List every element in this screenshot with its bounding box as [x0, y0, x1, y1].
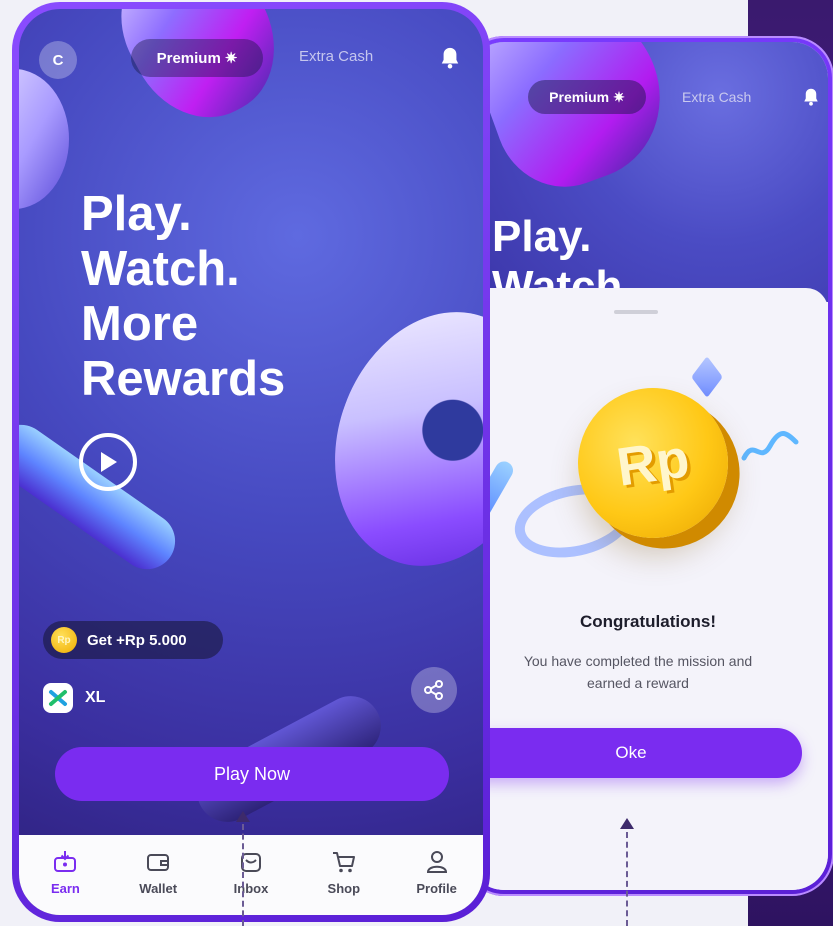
annotation-dashed-line	[626, 832, 628, 926]
sparkle-icon: ✷	[613, 88, 625, 105]
annotation-arrow	[236, 811, 250, 822]
play-icon	[101, 452, 117, 472]
dialog-hero-background: Premium ✷ Extra Cash Play. Watch	[468, 42, 828, 302]
nav-item-profile[interactable]: Profile	[402, 849, 472, 915]
phone-dialog-screen: Premium ✷ Extra Cash Play. Watch Rp Cong…	[468, 42, 828, 890]
tab-extra-cash[interactable]: Extra Cash	[682, 89, 751, 105]
headline-line: Watch.	[81, 242, 240, 296]
oke-button[interactable]: Oke	[468, 728, 802, 778]
nav-item-earn[interactable]: Earn	[30, 849, 100, 915]
decorative-3d-shape	[19, 69, 69, 209]
nav-label: Wallet	[139, 881, 178, 896]
coin-label: Rp	[613, 428, 693, 498]
nav-label: Earn	[50, 881, 80, 896]
reward-badge: Rp Get +Rp 5.000	[43, 621, 223, 659]
bell-icon[interactable]	[802, 87, 820, 107]
dialog-title: Congratulations!	[580, 612, 716, 631]
earn-icon	[54, 851, 77, 872]
decorative-squiggle	[741, 431, 799, 461]
headline-line: Play.	[81, 187, 192, 241]
dialog-top-tabs: Premium ✷ Extra Cash	[468, 80, 828, 116]
nav-label: Shop	[327, 881, 361, 896]
phone-main-screen: C Premium ✷ Extra Cash Play. Watch. More…	[19, 9, 483, 915]
coin-label: Rp	[57, 634, 71, 646]
decorative-3d-shape	[468, 42, 684, 206]
coin-icon: Rp	[51, 627, 77, 653]
provider-name: XL	[85, 689, 106, 706]
tab-premium[interactable]: Premium ✷	[528, 80, 646, 114]
provider-info: XL	[43, 683, 105, 713]
nav-item-wallet[interactable]: Wallet	[123, 849, 193, 915]
reward-badge-label: Get +Rp 5.000	[87, 631, 187, 649]
xl-logo-icon	[43, 683, 73, 713]
tab-premium-label: Premium	[549, 89, 610, 105]
headline-line: Play.	[492, 212, 592, 261]
play-now-button[interactable]: Play Now	[55, 747, 449, 801]
share-icon	[424, 680, 443, 700]
dialog-message: You have completed the mission and earne…	[523, 653, 753, 691]
avatar[interactable]: C	[39, 41, 77, 79]
share-button[interactable]	[411, 667, 457, 713]
phone-dialog-frame: Premium ✷ Extra Cash Play. Watch Rp Cong…	[462, 36, 833, 896]
sheet-drag-handle[interactable]	[614, 310, 658, 314]
tab-extra-cash[interactable]: Extra Cash	[299, 48, 373, 65]
annotation-dashed-line	[242, 824, 244, 926]
sparkle-icon: ✷	[224, 50, 238, 67]
play-video-button[interactable]	[79, 433, 137, 491]
hero-headline: Play. Watch. More Rewards	[81, 187, 285, 407]
tab-premium-label: Premium	[156, 49, 221, 67]
phone-main-frame: C Premium ✷ Extra Cash Play. Watch. More…	[12, 2, 490, 922]
bell-icon[interactable]	[439, 46, 461, 70]
tab-premium[interactable]: Premium ✷	[131, 39, 263, 77]
annotation-arrow	[620, 818, 634, 829]
headline-line: More	[81, 297, 199, 351]
wallet-icon	[147, 854, 170, 871]
bottom-navigation: Earn Wallet Inbox Shop Profile	[19, 835, 483, 915]
profile-icon	[426, 851, 447, 873]
nav-label: Profile	[416, 881, 457, 896]
nav-item-inbox[interactable]: Inbox	[216, 849, 286, 915]
decorative-cube	[691, 356, 723, 398]
reward-bottom-sheet: Rp Congratulations! You have completed t…	[468, 288, 828, 890]
cart-icon	[332, 852, 355, 873]
headline-line: Rewards	[81, 352, 286, 406]
nav-item-shop[interactable]: Shop	[309, 849, 379, 915]
decorative-3d-ring	[300, 282, 483, 596]
nav-label: Inbox	[233, 881, 269, 896]
